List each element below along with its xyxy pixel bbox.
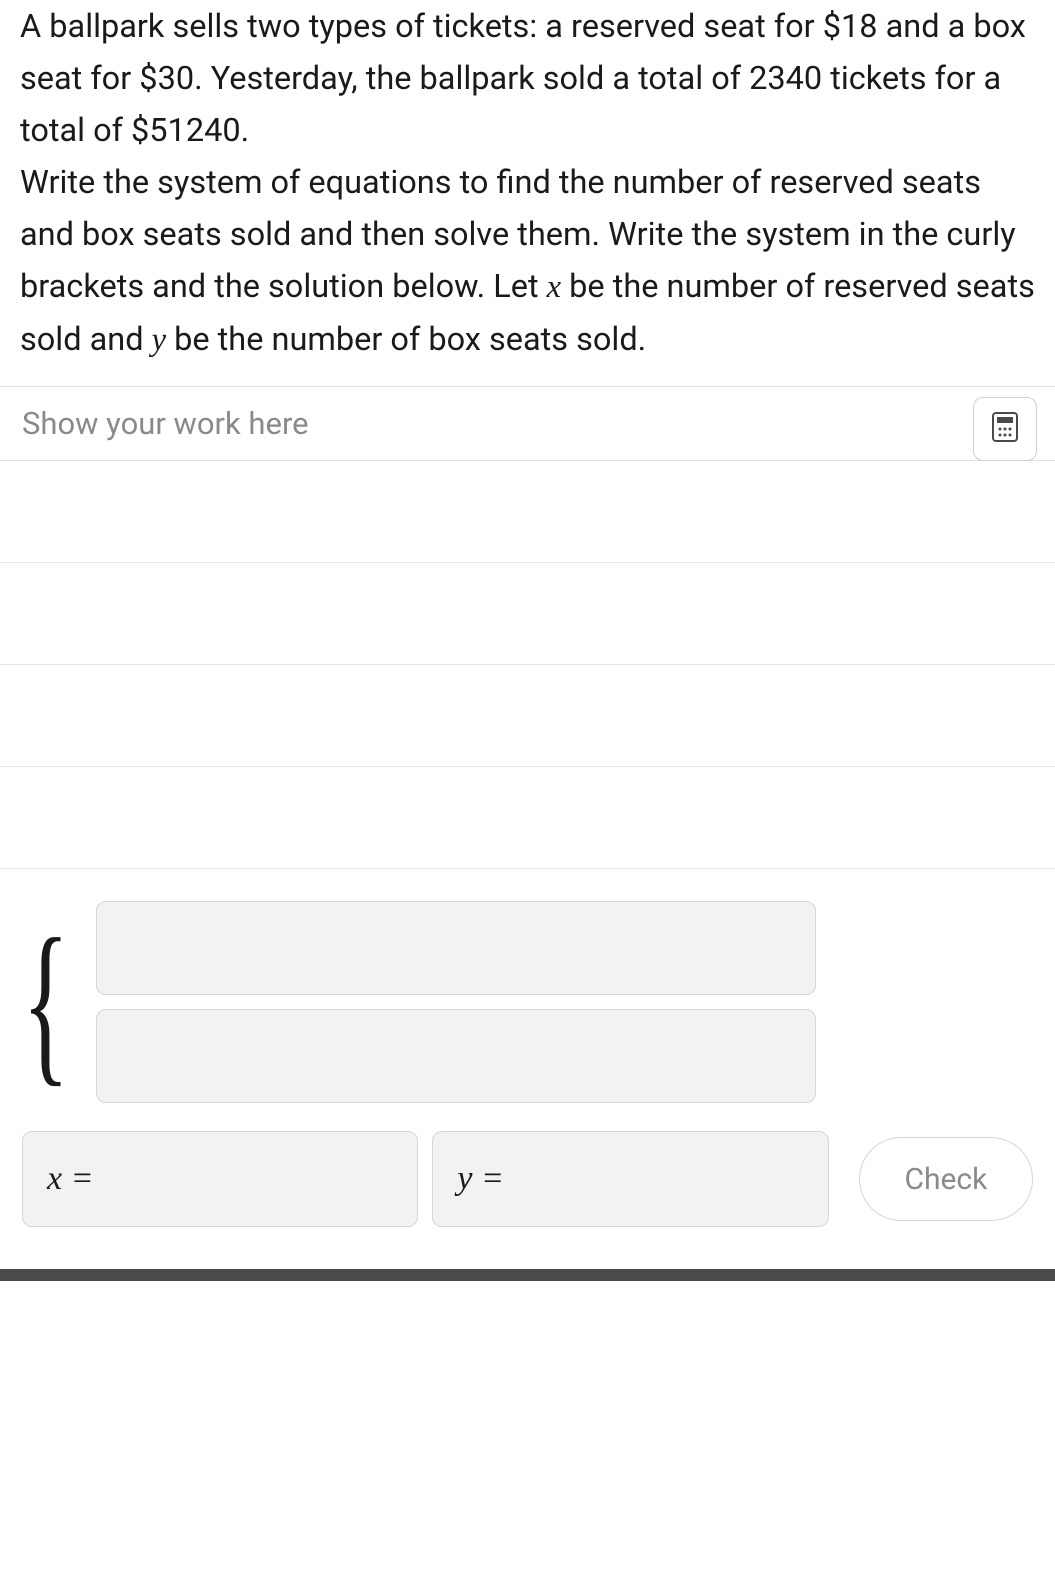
x-label: x = [47,1160,94,1198]
problem-text-2c: be the number of box seats sold. [166,320,646,358]
y-label: y = [457,1160,504,1198]
work-line [0,563,1055,665]
system-of-equations: { [22,901,1033,1103]
check-button[interactable]: Check [859,1137,1033,1221]
work-area: Show your work here [0,386,1055,871]
solution-row: x = y = Check [22,1131,1033,1227]
total-money: 51240 [149,111,240,149]
calculator-button[interactable] [973,397,1037,461]
problem-text-1a: A ballpark sells two types of tickets: a… [20,7,841,45]
price-box: 30 [158,59,195,97]
price-reserved: 18 [841,7,878,45]
equation-inputs [96,901,816,1103]
footer-bar [0,1269,1055,1281]
variable-y: y [152,322,166,358]
answer-area: { x = y = Check [0,871,1055,1257]
work-line [0,665,1055,767]
equation-input-1[interactable] [96,901,816,995]
curly-brace-icon: { [22,921,70,1083]
problem-text-1e: . [241,111,250,149]
y-answer-input[interactable]: y = [432,1131,828,1227]
equation-input-2[interactable] [96,1009,816,1103]
check-label: Check [904,1162,987,1197]
work-line [0,767,1055,869]
work-line [0,461,1055,563]
variable-x: x [547,269,561,305]
calculator-icon [992,412,1018,446]
total-tickets: 2340 [749,59,822,97]
work-lines[interactable] [0,461,1055,871]
x-answer-input[interactable]: x = [22,1131,418,1227]
problem-statement: A ballpark sells two types of tickets: a… [0,0,1055,386]
problem-text-1c: . Yesterday, the ballpark sold a total o… [194,59,749,97]
work-header: Show your work here [0,387,1055,461]
work-placeholder: Show your work here [22,405,309,442]
